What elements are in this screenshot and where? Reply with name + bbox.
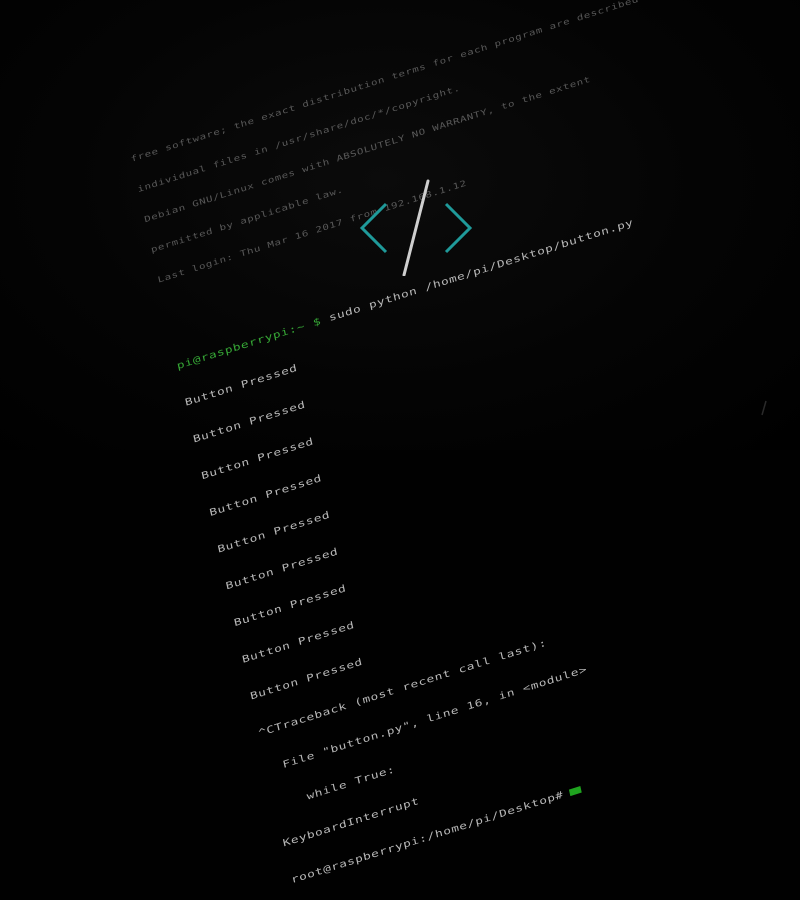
left-bracket bbox=[359, 202, 388, 254]
code-brackets-icon bbox=[359, 179, 473, 276]
right-bracket bbox=[444, 202, 473, 254]
photo-background: free software; the exact distribution te… bbox=[0, 0, 800, 886]
terminal-cursor bbox=[568, 786, 582, 797]
corner-mark bbox=[761, 400, 767, 416]
slash bbox=[402, 179, 430, 276]
